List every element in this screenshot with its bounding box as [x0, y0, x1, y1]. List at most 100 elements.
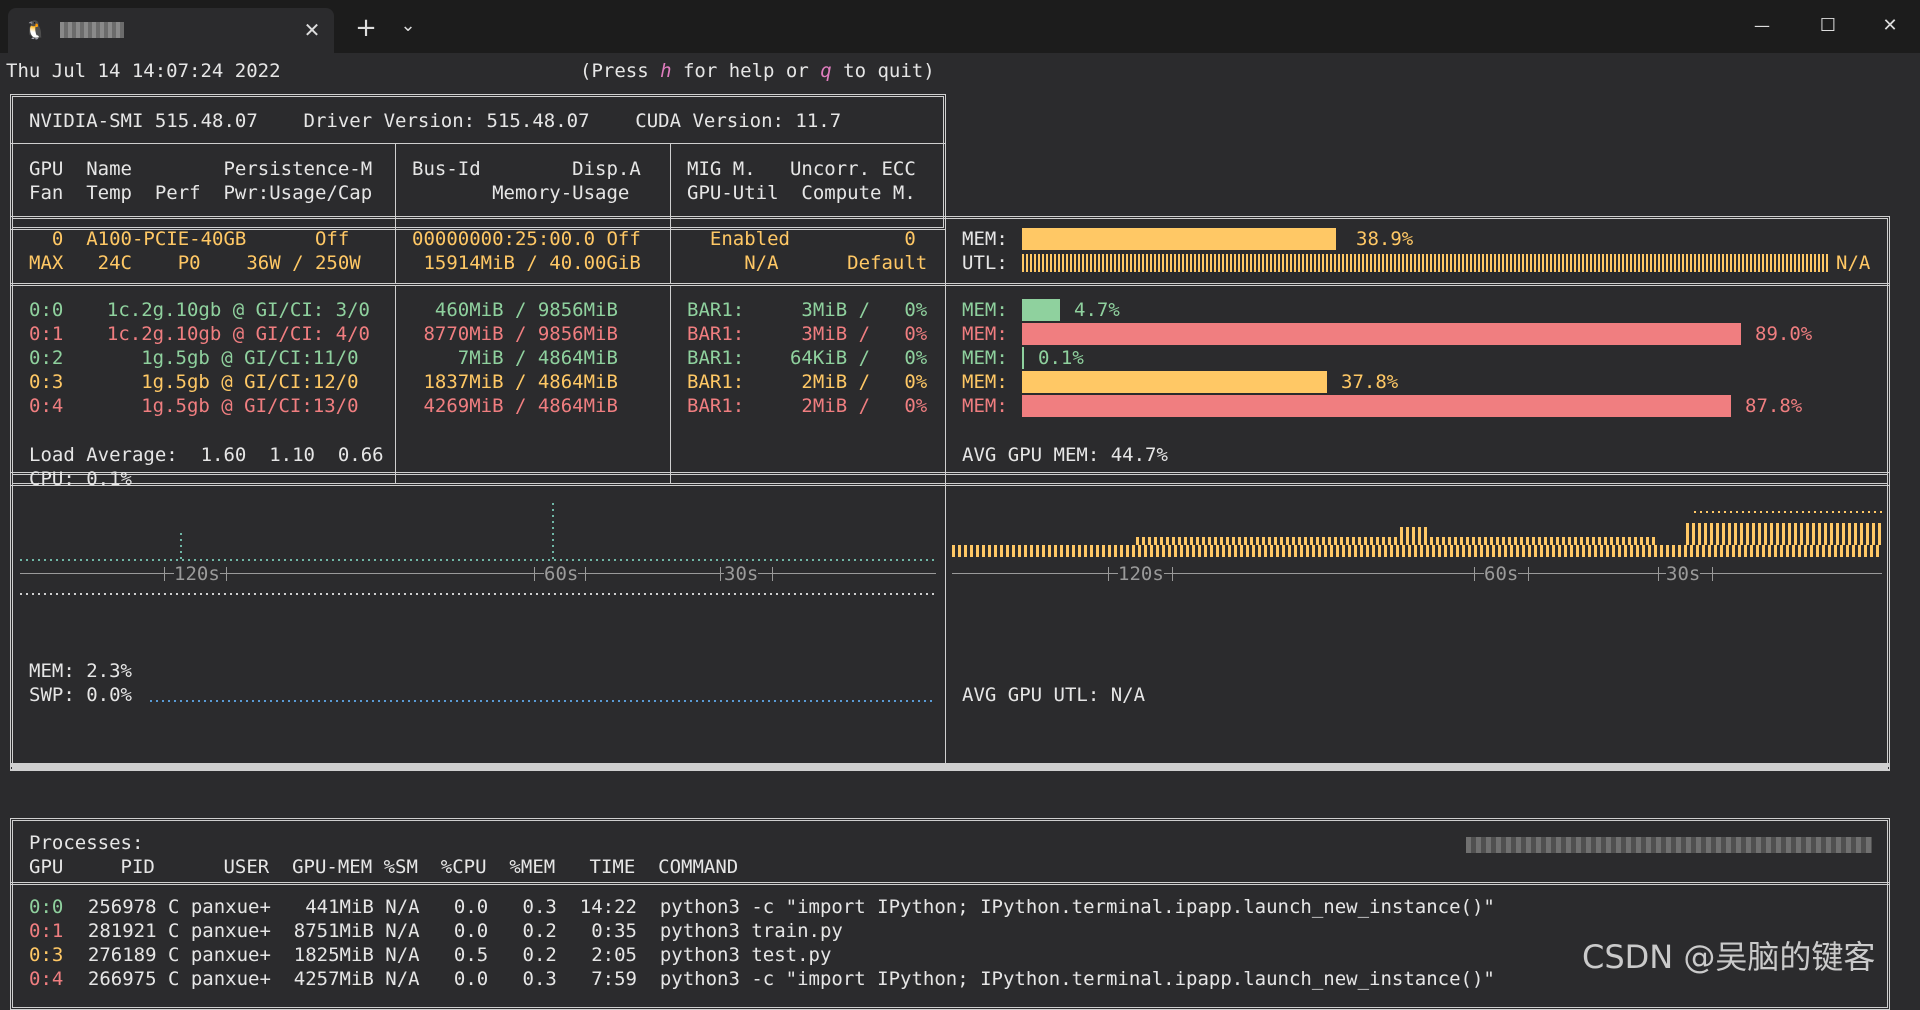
redacted-hostname: [1466, 837, 1872, 853]
mig-mem-label: MEM:: [962, 323, 1008, 345]
host-axis-60s: 60s: [544, 562, 579, 586]
process-gpu: 0:1: [29, 920, 64, 942]
cpu-label: CPU: 0.1%: [29, 468, 132, 490]
gpu-line1-col1: 0 A100-PCIE-40GB Off: [29, 228, 350, 250]
mig-col-divider-2: [670, 286, 671, 483]
mig-memory-usage: 7MiB / 4864MiB: [412, 347, 618, 369]
load-average: Load Average: 1.60 1.10 0.66: [29, 444, 384, 466]
terminal-content[interactable]: Thu Jul 14 14:07:24 2022 (Press h for he…: [0, 53, 1920, 1010]
metrics-box-bottom: [10, 763, 1890, 771]
host-separator-dots: [20, 593, 936, 595]
tab-dropdown-icon[interactable]: ⌄: [396, 16, 420, 40]
mig-mem-percent: 87.8%: [1745, 395, 1803, 417]
avg-gpu-mem-history-top: [1694, 511, 1882, 513]
help-hint: (Press h for help or q to quit): [580, 59, 935, 83]
mig-mem-label: MEM:: [962, 395, 1008, 417]
process-gpu: 0:4: [29, 968, 64, 990]
process-row[interactable]: 276189 C panxue+ 1825MiB N/A 0.5 0.2 2:0…: [65, 943, 832, 967]
gpu-tick-60b: [1528, 567, 1529, 581]
mig-profile: 1c.2g.10gb @ GI/CI: 4/0: [84, 323, 370, 345]
host-tick-120: [164, 567, 165, 581]
bar-col-divider: [945, 219, 946, 486]
host-axis-30s: 30s: [724, 562, 759, 586]
metrics-box: [10, 472, 1890, 770]
mig-bar1: BAR1: 3MiB / 0%: [687, 323, 928, 345]
gpu-line1-col3: Enabled 0: [687, 228, 916, 250]
cpu-spike-1: [180, 531, 182, 559]
host-tick-60: [534, 567, 535, 581]
terminal-tab[interactable]: 🐧 ✕: [8, 8, 334, 53]
gpu-tick-120b: [1172, 567, 1173, 581]
host-time-axis: [20, 573, 936, 574]
process-row[interactable]: 281921 C panxue+ 8751MiB N/A 0.0 0.2 0:3…: [65, 919, 843, 943]
gpu-tick-30: [1658, 567, 1659, 581]
process-row[interactable]: 256978 C panxue+ 441MiB N/A 0.0 0.3 14:2…: [65, 895, 1495, 919]
host-swp-label: SWP: 0.0%: [29, 684, 132, 706]
new-tab-button[interactable]: +: [352, 14, 380, 42]
mig-id: 0:1: [29, 323, 64, 345]
mig-mem-percent: 0.1%: [1038, 347, 1084, 369]
gpu-mem-label: MEM:: [962, 228, 1008, 250]
header-divider: [10, 143, 946, 144]
mig-mem-label: MEM:: [962, 371, 1008, 393]
mig-mem-bar: [1022, 347, 1024, 369]
host-axis-120s: 120s: [174, 562, 220, 586]
avg-gpu-utl-label: AVG GPU UTL: N/A: [962, 684, 1146, 706]
mig-memory-usage: 4269MiB / 4864MiB: [412, 395, 618, 417]
processes-header: GPU PID USER GPU-MEM %SM %CPU %MEM TIME …: [29, 856, 739, 878]
help-key-h: h: [660, 60, 672, 82]
avg-gpu-mem-history-mid: [1136, 537, 1656, 545]
host-tick-120b: [226, 567, 227, 581]
gpu-utl-bar: [1022, 254, 1830, 272]
help-suffix: to quit): [831, 60, 935, 82]
gpu-mem-percent: 38.9%: [1356, 228, 1414, 250]
smi-version-line: NVIDIA-SMI 515.48.07 Driver Version: 515…: [29, 110, 842, 132]
col3-header-2: GPU-Util Compute M.: [687, 182, 916, 204]
gpu-mem-bar: [1022, 228, 1336, 250]
mig-mem-bar: [1022, 323, 1741, 345]
datetime: Thu Jul 14 14:07:24 2022: [6, 60, 281, 82]
mig-bar1: BAR1: 2MiB / 0%: [687, 395, 928, 417]
gpu-tick-120: [1108, 567, 1109, 581]
mig-mem-label: MEM:: [962, 299, 1008, 321]
tab-title: [60, 22, 124, 38]
mig-mem-percent: 89.0%: [1755, 323, 1813, 345]
gpu-col-divider-1: [395, 219, 396, 283]
gpu-col-divider-2: [670, 219, 671, 283]
mig-memory-usage: 460MiB / 9856MiB: [412, 299, 618, 321]
minimize-button[interactable]: —: [1742, 12, 1782, 40]
host-tick-60b: [585, 567, 586, 581]
gpu-line2-col3: N/A Default: [687, 252, 928, 274]
gpu-utl-value: N/A: [1836, 252, 1871, 274]
mig-profile: 1g.5gb @ GI/CI:12/0: [84, 371, 359, 393]
mig-profile: 1g.5gb @ GI/CI:13/0: [84, 395, 359, 417]
col1-header-2: Fan Temp Perf Pwr:Usage/Cap: [29, 182, 373, 204]
mig-memory-usage: 8770MiB / 9856MiB: [412, 323, 618, 345]
maximize-button[interactable]: ☐: [1808, 12, 1848, 40]
help-key-q: q: [820, 60, 832, 82]
processes-header-divider: [10, 882, 1890, 885]
mig-mem-bar: [1022, 395, 1731, 417]
process-row[interactable]: 266975 C panxue+ 4257MiB N/A 0.0 0.3 7:5…: [65, 967, 1495, 991]
mig-profile: 1c.2g.10gb @ GI/CI: 3/0: [84, 299, 370, 321]
gpu-axis-120s: 120s: [1118, 562, 1164, 586]
host-mem-label: MEM: 2.3%: [29, 660, 132, 682]
help-mid: for help or: [671, 60, 821, 82]
gpu-mig-divider: [10, 283, 1890, 286]
mig-bar1: BAR1: 64KiB / 0%: [687, 347, 928, 369]
mig-id: 0:3: [29, 371, 64, 393]
csdn-watermark: CSDN @吴脑的键客: [1582, 938, 1876, 976]
metrics-col-divider: [945, 475, 946, 767]
close-window-button[interactable]: ✕: [1870, 12, 1910, 40]
tab-close-icon[interactable]: ✕: [300, 18, 324, 42]
gpu-line1-col2: 00000000:25:00.0 Off: [412, 228, 641, 250]
title-bar: 🐧 ✕ + ⌄ — ☐ ✕: [0, 0, 1920, 53]
help-prefix: (Press: [580, 60, 661, 82]
mig-id: 0:4: [29, 395, 64, 417]
gpu-axis-60s: 60s: [1484, 562, 1519, 586]
mig-mem-percent: 4.7%: [1074, 299, 1120, 321]
gpu-tick-30b: [1712, 567, 1713, 581]
host-tick-30b: [772, 567, 773, 581]
col1-header-1: GPU Name Persistence-M: [29, 158, 373, 180]
avg-gpu-mem-history-base: [952, 545, 1882, 557]
